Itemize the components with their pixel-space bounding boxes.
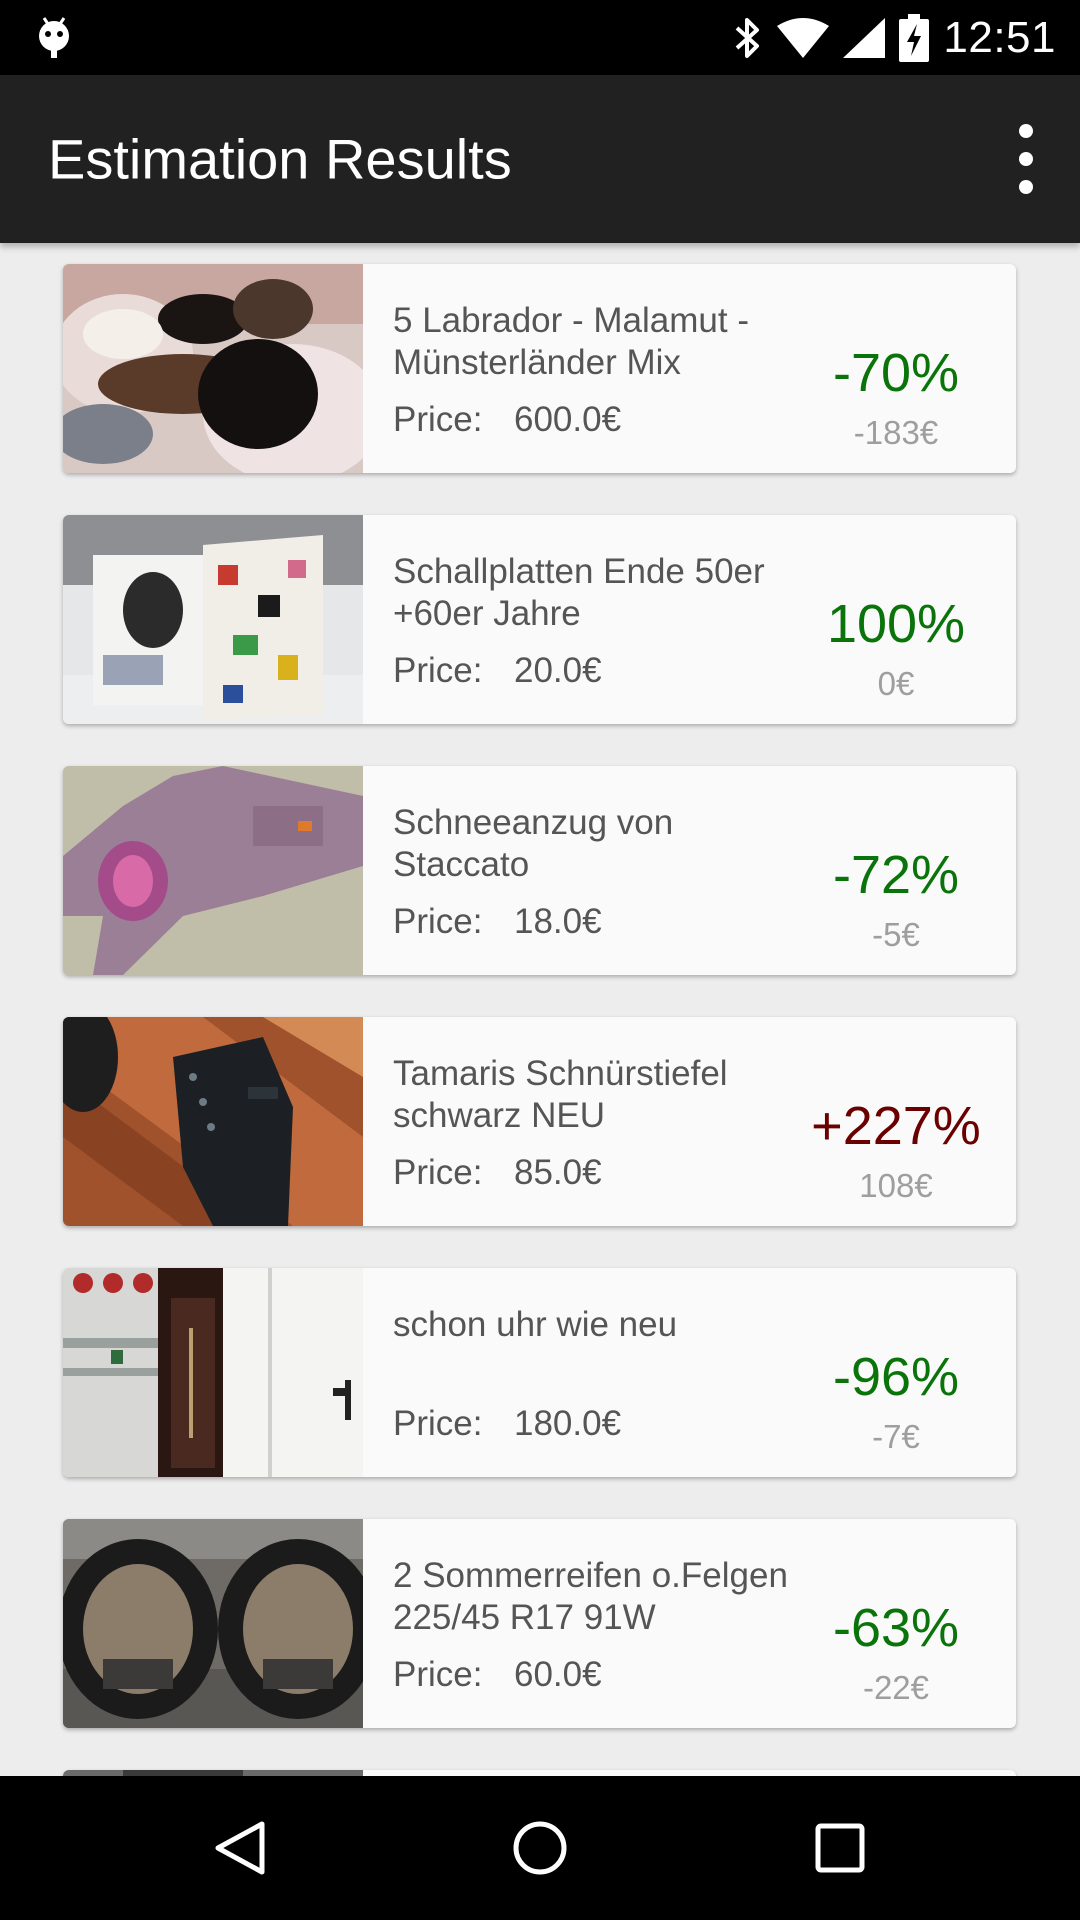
result-card[interactable]: Schneeanzug von Staccato Price: 18.0€ -7… <box>63 766 1016 975</box>
item-title: Schneeanzug von Staccato <box>393 803 674 884</box>
estimate-delta: 0€ <box>877 665 915 702</box>
item-title: schon uhr wie neu <box>393 1305 678 1344</box>
price-value: 20.0€ <box>514 651 602 690</box>
puppies-image <box>63 264 363 473</box>
recents-square-icon[interactable] <box>810 1818 870 1878</box>
records-image <box>63 515 363 724</box>
results-list[interactable]: 5 Labrador - Malamut - Münsterländer Mix… <box>0 243 1080 1776</box>
result-card[interactable]: 2 Sommerreifen o.Felgen 225/45 R17 91W P… <box>63 1519 1016 1728</box>
estimate-delta: -7€ <box>872 1418 920 1455</box>
battery-charging-icon <box>899 13 930 62</box>
tires-image <box>63 1519 363 1728</box>
android-debug-icon <box>39 17 69 58</box>
price-value: 600.0€ <box>514 400 622 439</box>
price-value: 18.0€ <box>514 902 602 941</box>
estimate-percent: -70% <box>832 343 960 403</box>
back-triangle-icon[interactable] <box>210 1818 270 1878</box>
snowsuit-image <box>63 766 363 975</box>
result-card[interactable]: Schallplatten Ende 50er +60er Jahre Pric… <box>63 515 1016 724</box>
item-title: 2 Sommerreifen o.Felgen 225/45 R17 91W <box>393 1556 788 1637</box>
price-value: 180.0€ <box>514 1404 622 1443</box>
bluetooth-icon <box>736 17 760 58</box>
result-card[interactable]: 5 Labrador - Malamut - Münsterländer Mix… <box>63 264 1016 473</box>
price-label: Price: <box>393 902 483 941</box>
estimate-percent: -96% <box>832 1347 960 1407</box>
price-label: Price: <box>393 651 483 690</box>
page-title: Estimation Results <box>48 127 512 191</box>
price-label: Price: <box>393 1153 483 1192</box>
price-label: Price: <box>393 1404 483 1443</box>
wifi-icon <box>777 17 830 58</box>
estimate-delta: -22€ <box>862 1669 930 1706</box>
estimate-percent: +227% <box>811 1096 981 1156</box>
boots-image <box>63 1017 363 1226</box>
estimate-delta: -5€ <box>872 916 920 953</box>
result-card[interactable]: schon uhr wie neu Price: 180.0€ -96% -7€ <box>63 1268 1016 1477</box>
item-title: Schallplatten Ende 50er +60er Jahre <box>393 552 765 633</box>
clock-image <box>63 1268 363 1477</box>
more-vert-icon[interactable] <box>1006 124 1046 194</box>
signal-icon <box>843 17 886 58</box>
item-title: Tamaris Schnürstiefel schwarz NEU <box>393 1054 728 1135</box>
result-card[interactable]: Tamaris Schnürstiefel schwarz NEU Price:… <box>63 1017 1016 1226</box>
estimate-delta: -183€ <box>853 414 939 451</box>
item-title: 5 Labrador - Malamut - Münsterländer Mix <box>393 301 749 382</box>
estimate-percent: -72% <box>832 845 960 905</box>
estimate-delta: 108€ <box>859 1167 933 1204</box>
navigation-bar <box>0 1776 1080 1920</box>
status-bar: 12:51 <box>0 0 1080 75</box>
estimate-percent: -63% <box>832 1598 960 1658</box>
status-time: 12:51 <box>943 12 1056 62</box>
estimate-percent: 100% <box>826 594 966 654</box>
price-value: 85.0€ <box>514 1153 602 1192</box>
home-circle-icon[interactable] <box>510 1818 570 1878</box>
price-label: Price: <box>393 400 483 439</box>
price-label: Price: <box>393 1655 483 1694</box>
app-bar: Estimation Results <box>0 75 1080 243</box>
price-value: 60.0€ <box>514 1655 602 1694</box>
